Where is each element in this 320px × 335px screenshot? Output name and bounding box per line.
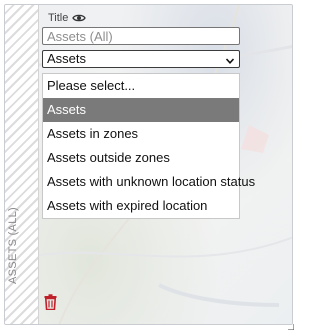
eye-icon[interactable] xyxy=(72,13,87,23)
title-input[interactable] xyxy=(42,27,240,45)
chevron-down-icon xyxy=(225,54,235,64)
dropdown-option[interactable]: Assets outside zones xyxy=(43,146,239,170)
asset-type-dropdown: Please select... Assets Assets in zones … xyxy=(42,73,255,219)
title-row: Title xyxy=(48,10,242,26)
resize-handle-icon[interactable] xyxy=(288,317,295,331)
trash-icon[interactable] xyxy=(44,294,57,311)
filter-form: Title Assets xyxy=(42,10,242,68)
dropdown-option[interactable]: Assets with unknown location status xyxy=(43,170,255,194)
dropdown-option[interactable]: Assets in zones xyxy=(43,122,239,146)
dropdown-option[interactable]: Please select... xyxy=(43,74,239,98)
asset-type-select[interactable]: Assets xyxy=(42,49,240,68)
side-strip[interactable]: ASSETS (ALL) xyxy=(5,5,39,324)
title-label: Title xyxy=(48,12,69,24)
select-value: Assets xyxy=(47,50,87,66)
dropdown-option[interactable]: Assets with expired location xyxy=(43,194,239,218)
side-label: ASSETS (ALL) xyxy=(7,207,19,284)
dropdown-option-selected[interactable]: Assets xyxy=(43,98,239,122)
